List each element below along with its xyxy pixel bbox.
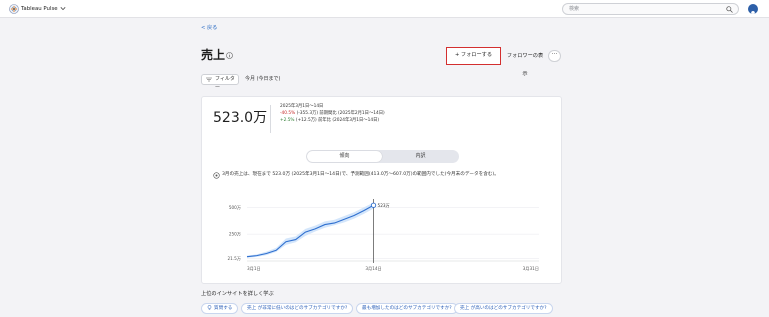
change-detail: (+12.5万) 前年比 (2024年3月1日～14日) — [294, 118, 380, 123]
ask-question-chip[interactable]: 質問する — [201, 303, 239, 314]
back-link[interactable]: < 戻る — [201, 24, 217, 32]
y-tick-label: 500万 — [229, 205, 241, 211]
y-tick-label: 250万 — [229, 232, 241, 238]
x-tick-label: 3月14日 — [365, 266, 381, 272]
more-insights-heading: 上位のインサイトを詳しく学ぶ — [201, 291, 274, 297]
search-icon[interactable] — [726, 6, 733, 13]
user-icon — [751, 11, 755, 14]
app-title[interactable]: Tableau Pulse — [21, 4, 58, 14]
view-followers-button[interactable]: フォロワーの表示 — [506, 47, 544, 77]
suggested-question-chip[interactable]: 売上 が高いのはどのサブカテゴリですか? — [454, 303, 553, 314]
change-value: -40.5% — [280, 111, 296, 116]
page-title: 売上 — [201, 48, 226, 62]
insight-text: 3月の売上は、現在まで 523.0万 (2025年3月1日～14日)で、予測範囲… — [222, 172, 499, 177]
date-range: 2025年3月1日～14日 — [280, 104, 324, 109]
chip-label: 質問する — [214, 306, 233, 311]
filter-button[interactable]: フィルター — [201, 74, 239, 91]
x-tick-label: 3月1日 — [247, 266, 261, 272]
search-field[interactable]: 検索 — [562, 3, 739, 15]
suggested-question-chip[interactable]: 売上 が非常に低いのはどのサブカテゴリですか? — [241, 303, 354, 314]
search-placeholder[interactable]: 検索 — [569, 4, 579, 14]
more-options-button[interactable]: ··· — [548, 50, 561, 62]
info-icon[interactable] — [226, 52, 233, 59]
metric-value: 523.0万 — [213, 110, 268, 126]
change-value: +2.5% — [280, 118, 295, 123]
tab-breakdown[interactable]: 内訳 — [383, 151, 458, 162]
tableau-logo-icon — [9, 4, 19, 14]
time-period-selector[interactable]: 今月 (今日まで) — [245, 74, 281, 85]
lightbulb-icon — [207, 305, 212, 310]
metric-card: 523.0万 2025年3月1日～14日 -40.5% (-355.3万) 前期… — [201, 96, 562, 284]
tab-trend[interactable]: 傾向 — [307, 151, 382, 162]
comparison-previous-year: +2.5% (+12.5万) 前年比 (2024年3月1日～14日) — [280, 118, 379, 124]
trend-chart: 21.5万 250万 500万 523万 3月1日 3月14日 3月31日 — [227, 199, 539, 272]
insight-icon — [213, 172, 220, 179]
view-toggle: 傾向 内訳 — [306, 150, 459, 163]
change-detail: (-355.3万) 前期間比 (2025年2月1日～14日) — [295, 111, 385, 116]
x-tick-label: 3月31日 — [523, 266, 539, 272]
suggested-question-chip[interactable]: 最も増加したのはどのサブカテゴリですか? — [356, 303, 458, 314]
filter-label: フィルター — [215, 76, 235, 91]
chevron-down-icon[interactable] — [60, 6, 66, 11]
current-point-label: 523万 — [378, 203, 390, 209]
divider — [270, 105, 271, 133]
user-avatar[interactable] — [748, 4, 758, 14]
comparison-previous-period: -40.5% (-355.3万) 前期間比 (2025年2月1日～14日) — [280, 111, 385, 117]
filter-icon — [206, 77, 212, 82]
y-tick-label: 21.5万 — [227, 256, 241, 262]
top-bar: Tableau Pulse 検索 — [0, 0, 769, 18]
follow-button[interactable]: + フォローする — [446, 47, 501, 65]
current-point — [370, 202, 377, 208]
